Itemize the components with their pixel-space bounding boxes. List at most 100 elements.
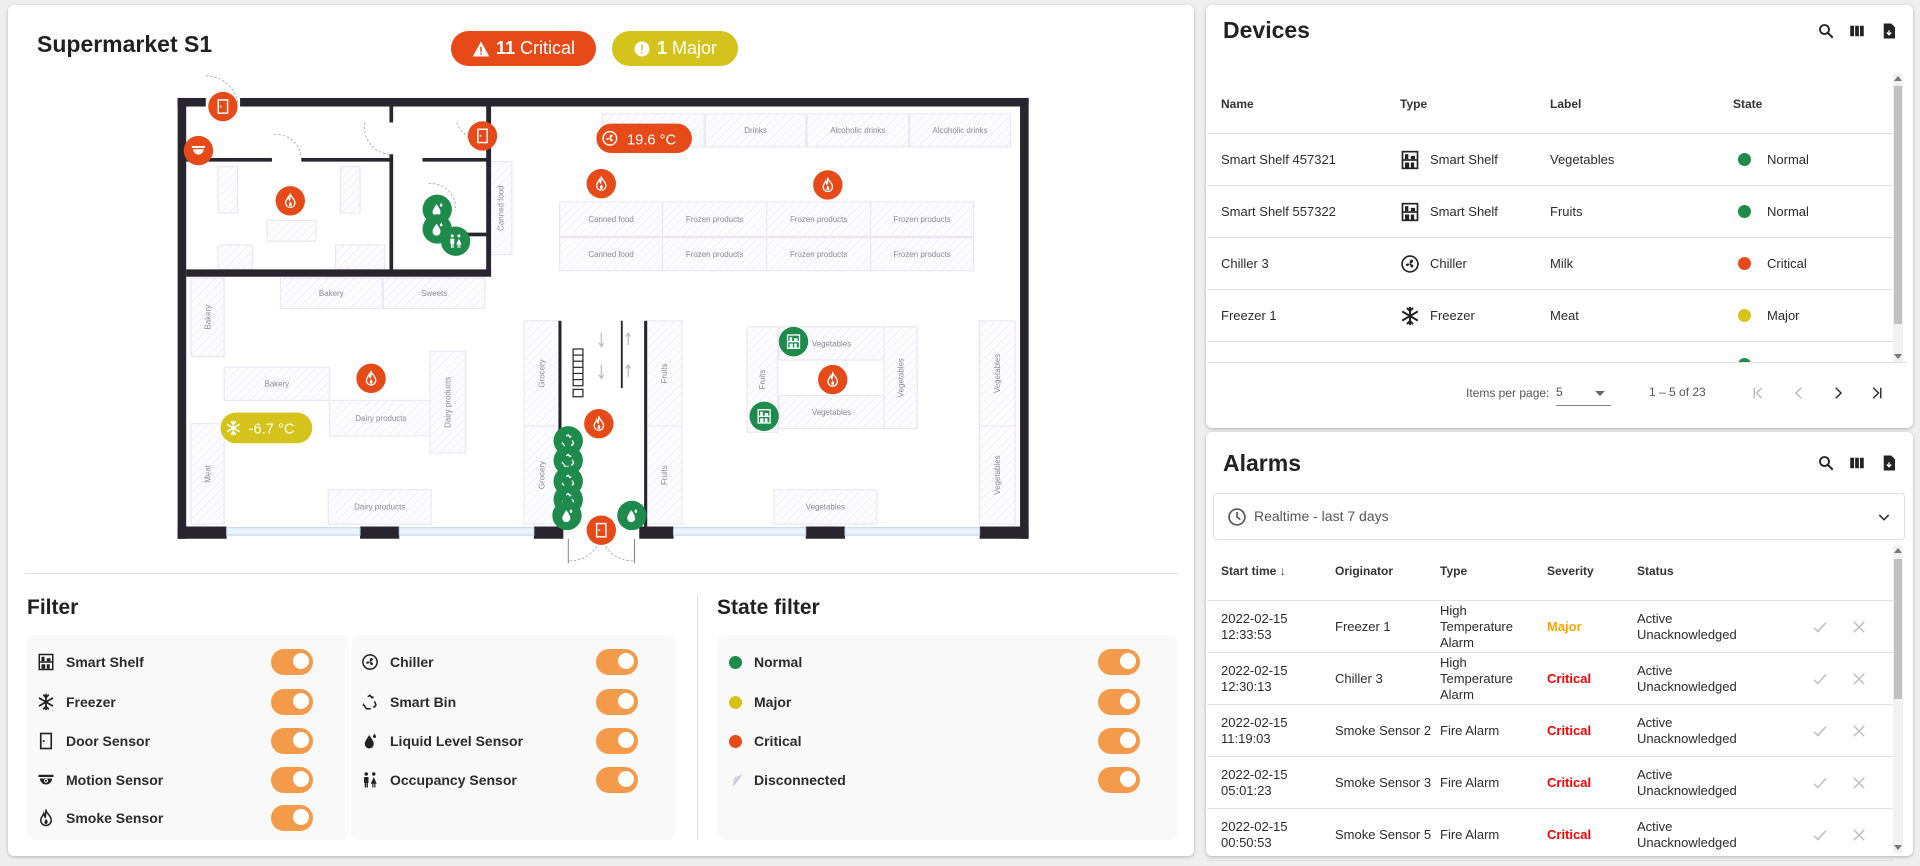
alarms-search-button[interactable]: [1815, 452, 1837, 474]
smoke-marker[interactable]: [818, 364, 848, 395]
device-row[interactable]: Chiller 3 Chiller Milk Critical: [1207, 238, 1894, 290]
shelf: Fruits: [645, 425, 683, 525]
shelf-label: Dairy products: [354, 503, 405, 512]
smoke-marker[interactable]: [584, 408, 614, 439]
devices-columns-button[interactable]: [1846, 20, 1868, 42]
acknowledge-button[interactable]: [1809, 720, 1831, 742]
device-state: Major: [1738, 290, 1800, 341]
shelf: Sweets: [382, 277, 486, 310]
device-row[interactable]: Freezer 1 Freezer Meat Major: [1207, 290, 1894, 342]
smoke-marker[interactable]: [275, 186, 305, 216]
alarms-export-button[interactable]: [1878, 452, 1900, 474]
door-marker[interactable]: [208, 91, 238, 122]
device-row[interactable]: Smart Shelf 457321 Smart Shelf Vegetables N…: [1207, 134, 1894, 186]
alarms-columns-button[interactable]: [1846, 452, 1868, 474]
shelf: Alcoholic drinks: [806, 113, 910, 148]
page-size-select[interactable]: 5: [1556, 381, 1611, 406]
state-toggle[interactable]: [1098, 767, 1140, 793]
last-page-button[interactable]: [1866, 382, 1888, 404]
devices-partial-row[interactable]: [1207, 346, 1894, 362]
door-marker[interactable]: [586, 515, 616, 545]
alarms-col-originator[interactable]: Originator: [1335, 564, 1393, 578]
device-label: Milk: [1550, 238, 1573, 289]
alarm-status: Active Unacknowledged: [1637, 757, 1757, 808]
alarm-row[interactable]: 2022-02-15 12:30:13 Chiller 3 High Tempera…: [1207, 653, 1894, 705]
columns-icon: [1850, 457, 1864, 469]
alarm-severity-text: Critical: [1547, 774, 1592, 790]
devices-search-button[interactable]: [1815, 20, 1837, 42]
close-icon: [1853, 673, 1865, 685]
next-page-button[interactable]: [1827, 382, 1849, 404]
first-page-button[interactable]: [1747, 382, 1769, 404]
filter-toggle[interactable]: [596, 728, 638, 754]
filter-toggle[interactable]: [271, 767, 313, 793]
device-type-text: Smart Shelf: [1430, 203, 1498, 219]
filter-toggle[interactable]: [271, 689, 313, 715]
occupancy-marker[interactable]: [440, 226, 471, 256]
alarm-severity: Major: [1547, 601, 1627, 652]
filter-toggle[interactable]: [271, 728, 313, 754]
alarms-col-status[interactable]: Status: [1637, 564, 1674, 578]
acknowledge-button[interactable]: [1809, 616, 1831, 638]
filter-toggle[interactable]: [596, 649, 638, 675]
alarm-start-time: 2022-02-15 12:30:13: [1221, 653, 1311, 704]
devices-col-label[interactable]: Label: [1550, 97, 1581, 111]
smoke-marker[interactable]: [586, 168, 616, 199]
clear-button[interactable]: [1848, 720, 1870, 742]
smoke-marker[interactable]: [813, 170, 843, 200]
freezer-temperature-marker[interactable]: -6.7 °C: [220, 412, 313, 444]
devices-col-name[interactable]: Name: [1221, 97, 1254, 111]
shelf-label: Frozen products: [893, 215, 950, 224]
door-marker[interactable]: [467, 121, 498, 151]
clear-button[interactable]: [1848, 668, 1870, 690]
device-row[interactable]: Smart Shelf 557322 Smart Shelf Fruits Norma…: [1207, 186, 1894, 238]
alarm-row[interactable]: 2022-02-15 00:50:53 Smoke Sensor 5 Fire Al…: [1207, 809, 1894, 861]
state-toggle[interactable]: [1098, 728, 1140, 754]
check-icon: [1813, 829, 1827, 841]
shelf: Vegetables: [773, 489, 878, 525]
alarm-originator: Smoke Sensor 2: [1335, 705, 1440, 756]
motion-marker[interactable]: [183, 135, 214, 166]
alarm-row[interactable]: 2022-02-15 12:33:53 Freezer 1 High Tempera…: [1207, 601, 1894, 653]
previous-page-button[interactable]: [1788, 382, 1810, 404]
liquid-icon: [361, 732, 379, 750]
smoke-marker[interactable]: [356, 363, 386, 394]
acknowledge-button[interactable]: [1809, 772, 1831, 794]
filter-toggle[interactable]: [596, 689, 638, 715]
devices-col-state[interactable]: State: [1733, 97, 1762, 111]
wall: [360, 526, 400, 539]
timewindow-selector[interactable]: Realtime - last 7 days: [1213, 493, 1905, 540]
chiller-temperature-marker[interactable]: 19.6 °C: [596, 123, 692, 154]
alarms-col-start-time[interactable]: Start time ↓: [1221, 564, 1286, 578]
alarms-col-type[interactable]: Type: [1440, 564, 1467, 578]
shelf-marker[interactable]: [778, 326, 809, 357]
devices-col-type[interactable]: Type: [1400, 97, 1427, 111]
alarms-scrollbar[interactable]: [1893, 545, 1903, 853]
device-name-text: Smart Shelf 557322: [1221, 203, 1336, 219]
liquid-marker[interactable]: [617, 500, 647, 531]
clear-button[interactable]: [1848, 824, 1870, 846]
alarms-col-severity[interactable]: Severity: [1547, 564, 1594, 578]
shelf-marker[interactable]: [749, 401, 779, 432]
state-toggle[interactable]: [1098, 649, 1140, 675]
filter-toggle[interactable]: [596, 767, 638, 793]
alarm-originator-text: Smoke Sensor 3: [1335, 774, 1432, 790]
clear-button[interactable]: [1848, 616, 1870, 638]
clear-button[interactable]: [1848, 772, 1870, 794]
wall: [533, 526, 564, 539]
shelf: [339, 165, 361, 214]
alarm-row[interactable]: 2022-02-15 11:19:03 Smoke Sensor 2 Fire Al…: [1207, 705, 1894, 757]
filter-item-door-sensor: Door Sensor: [37, 728, 150, 754]
state-toggle[interactable]: [1098, 689, 1140, 715]
devices-scrollbar[interactable]: [1893, 73, 1903, 362]
acknowledge-button[interactable]: [1809, 824, 1831, 846]
filter-toggle[interactable]: [271, 649, 313, 675]
acknowledge-button[interactable]: [1809, 668, 1831, 690]
alarm-start-time: 2022-02-15 00:50:53: [1221, 809, 1311, 860]
close-icon: [1853, 725, 1865, 737]
devices-export-button[interactable]: [1878, 20, 1900, 42]
alarm-row[interactable]: 2022-02-15 05:01:23 Smoke Sensor 3 Fire Al…: [1207, 757, 1894, 809]
shelf: [217, 165, 239, 214]
filter-toggle[interactable]: [271, 805, 313, 831]
liquid-marker[interactable]: [552, 500, 582, 531]
